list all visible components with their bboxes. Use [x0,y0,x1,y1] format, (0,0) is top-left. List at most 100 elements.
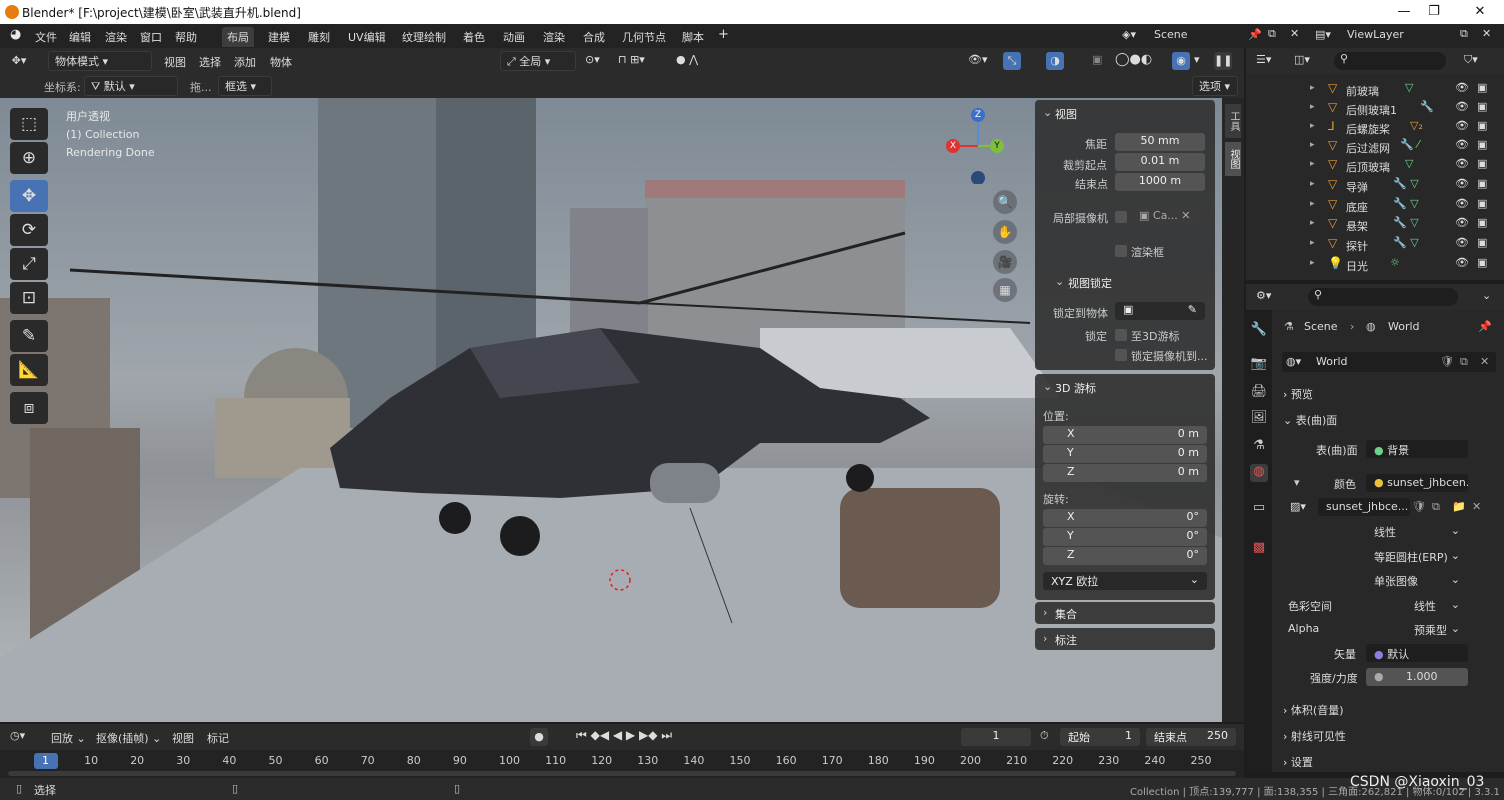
shading-modes-icon[interactable]: ◯●◐ [1115,52,1152,67]
menu-object[interactable]: 物体 [270,54,292,70]
outliner-item[interactable]: ▸ ▽ 导弹 🔧 ▽ 👁 ▣ [1250,176,1504,195]
add-workspace-button[interactable]: + [718,27,729,42]
viewlayer-icon[interactable]: ▤▾ [1315,28,1331,41]
delete-viewlayer-icon[interactable]: ✕ [1482,27,1491,40]
workspace-tab-animation[interactable]: 动画 [503,29,525,45]
gizmo-z-axis[interactable]: Z [971,108,985,122]
view-lock-title[interactable]: 视图锁定 [1068,275,1112,291]
pan-hand-icon[interactable]: ✋ [993,220,1017,244]
menu-edit[interactable]: 编辑 [69,29,91,45]
source-dropdown[interactable]: 单张图像 ⌄ [1366,571,1468,589]
fake-user-icon[interactable]: 🛡 [1440,355,1454,368]
properties-search-input[interactable]: ⚲ [1308,288,1458,306]
workspace-tab-texture-paint[interactable]: 纹理绘制 [402,29,446,45]
select-box-tool-icon[interactable]: ⬚ [10,108,48,140]
outliner-item[interactable]: ▸ 💡 日光 ☼ 👁 ▣ [1250,255,1504,274]
fake-user-icon[interactable]: 🛡 [1412,500,1426,513]
world-browse-icon[interactable]: ◍▾ [1286,355,1301,368]
shading-options-icon[interactable]: ▾ [1194,53,1200,66]
add-cube-tool-icon[interactable]: ⧈ [10,392,48,424]
outliner-item[interactable]: ▸ ▽ 后过滤网 🔧 ⁄ 👁 ▣ [1250,137,1504,156]
image-name-field[interactable]: sunset_jhbce... [1318,498,1410,516]
marker-menu[interactable]: 标记 [207,730,229,746]
eye-icon[interactable]: 👁 [1455,236,1469,249]
camera-view-icon[interactable]: 🎥 [993,250,1017,274]
camera-icon[interactable]: ▣ [1477,216,1487,229]
menu-render[interactable]: 渲染 [105,29,127,45]
ray-visibility-section[interactable]: › 射线可见性 [1283,728,1346,744]
new-scene-icon[interactable]: ⧉ [1268,27,1276,41]
navigation-gizmo[interactable]: Z Y X [940,104,1020,185]
keying-menu[interactable]: 抠像(插帧) ⌄ [96,730,161,746]
zoom-icon[interactable]: 🔍 [993,190,1017,214]
measure-tool-icon[interactable]: 📐 [10,354,48,386]
orientation-dropdown[interactable]: ⤢ 全局 ▾ [500,51,576,71]
outliner-item[interactable]: ▸ ▽ 悬架 🔧 ▽ 👁 ▣ [1250,215,1504,234]
3d-cursor-title[interactable]: 3D 游标 [1055,380,1096,396]
expand-arrow-icon[interactable]: ▸ [1310,159,1315,169]
preview-section[interactable]: › 预览 [1283,386,1313,402]
outliner-item[interactable]: ▸ ▽ 探针 🔧 ▽ 👁 ▣ [1250,235,1504,254]
record-icon[interactable]: ● [530,728,548,746]
texture-properties-icon[interactable]: ▩ [1250,540,1268,558]
scene-name[interactable]: Scene [1154,28,1188,41]
render-border-checkbox[interactable] [1115,245,1127,257]
eye-icon[interactable]: 👁 [1455,256,1469,269]
current-frame-field[interactable]: 1 [961,728,1031,746]
lock-camera-checkbox[interactable] [1115,349,1127,361]
outliner-item[interactable]: ▸ ▽ 后顶玻璃 ▽ 👁 ▣ [1250,156,1504,175]
drag-dropdown[interactable]: 框选 ▾ [218,76,272,96]
pin-icon[interactable]: 📌 [1478,320,1492,333]
gizmo-y-axis[interactable]: Y [990,139,1004,153]
scene-properties-icon[interactable]: ⚗ [1250,438,1268,456]
workspace-tab-scripting[interactable]: 脚本 [682,29,704,45]
interpolation-dropdown[interactable]: 线性 ⌄ [1366,522,1468,540]
end-frame-field[interactable]: 结束点 250 [1146,728,1236,746]
pin-icon[interactable]: 📌 [1248,28,1262,41]
timeline-scrollbar[interactable] [8,771,1236,776]
snap-icon[interactable]: ⊓ ⊞▾ [618,53,645,66]
expand-arrow-icon[interactable]: ▸ [1310,238,1315,248]
volume-section[interactable]: › 体积(音量) [1283,702,1344,718]
workspace-tab-layout[interactable]: 布局 [222,27,254,47]
pivot-icon[interactable]: ⊙▾ [585,53,600,66]
folder-icon[interactable]: 📁 [1452,500,1466,513]
gizmo-toggle-icon[interactable]: ⤡ [1003,52,1021,70]
cursor-location-x[interactable]: X 0 m [1043,426,1207,444]
stopwatch-icon[interactable]: ⏱ [1040,729,1049,743]
render-properties-icon[interactable]: 📷 [1250,356,1268,374]
scale-tool-icon[interactable]: ⤢ [10,248,48,280]
tab-tool[interactable]: 工具 [1225,104,1241,138]
gizmo-x-axis[interactable]: X [946,139,960,153]
breadcrumb-world[interactable]: World [1388,320,1420,333]
menu-select[interactable]: 选择 [199,54,221,70]
output-properties-icon[interactable]: 🖨 [1250,384,1268,402]
expand-arrow-icon[interactable]: ▸ [1310,102,1315,112]
blender-menu-icon[interactable]: ◕ [10,27,21,42]
rotate-tool-icon[interactable]: ⟳ [10,214,48,246]
chevron-down-icon[interactable]: ⌄ [1055,275,1064,288]
duplicate-icon[interactable]: ⧉ [1460,355,1468,369]
camera-icon[interactable]: ▣ [1477,177,1487,190]
scene-icon[interactable]: ◈▾ [1122,28,1136,41]
chevron-down-icon[interactable]: ⌄ [1043,380,1052,393]
collection-properties-icon[interactable]: ▭ [1250,500,1268,518]
local-camera-checkbox[interactable] [1115,211,1127,223]
duplicate-icon[interactable]: ⧉ [1432,500,1440,514]
camera-icon[interactable]: ▣ [1477,119,1487,132]
expand-arrow-icon[interactable]: ▸ [1310,179,1315,189]
outliner-item[interactable]: ▸ ▽ 底座 🔧 ▽ 👁 ▣ [1250,196,1504,215]
focal-length-field[interactable]: 50 mm [1115,133,1205,151]
expand-arrow-icon[interactable]: ▸ [1310,83,1315,93]
cursor-location-z[interactable]: Z 0 m [1043,464,1207,482]
cursor-rotation-y[interactable]: Y 0° [1043,528,1207,546]
cursor-rotation-x[interactable]: X 0° [1043,509,1207,527]
rendered-shading-icon[interactable]: ◉ [1172,52,1190,70]
surface-section[interactable]: ⌄ 表(曲)面 [1283,412,1337,428]
eye-icon[interactable]: 👁 [1455,138,1469,151]
chevron-down-icon[interactable]: ▾ [1294,476,1300,489]
projection-dropdown[interactable]: 等距圆柱(ERP) ⌄ [1366,547,1468,565]
eye-icon[interactable]: 👁 [1455,157,1469,170]
cursor-location-y[interactable]: Y 0 m [1043,445,1207,463]
camera-icon[interactable]: ▣ [1477,81,1487,94]
